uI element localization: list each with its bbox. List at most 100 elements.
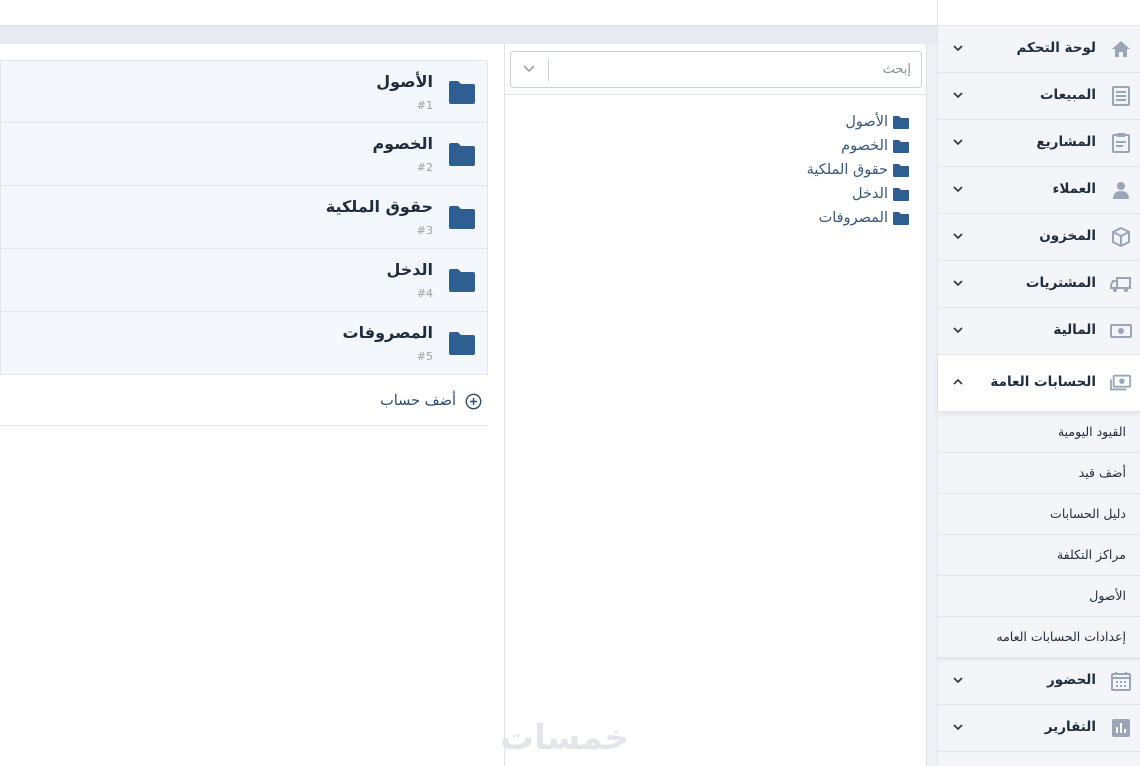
sidebar-item-inventory[interactable]: المخزون xyxy=(938,214,1140,261)
chevron-down-icon xyxy=(953,724,963,731)
submenu-item-chart-of-accounts[interactable]: دليل الحسابات xyxy=(938,494,1140,535)
account-name[interactable]: المصروفات xyxy=(343,323,433,342)
tree-node-label[interactable]: الأصول xyxy=(845,114,888,130)
chevron-down-icon xyxy=(953,186,963,193)
sidebar-item-general-accounts[interactable]: الحسابات العامة xyxy=(938,355,1140,412)
watermark: خمسات xyxy=(500,718,629,758)
bar-chart-icon xyxy=(1112,719,1130,737)
account-number: #4 xyxy=(416,287,433,300)
folder-icon xyxy=(893,187,909,201)
submenu-item-label: مراكز التكلفة xyxy=(1056,547,1126,562)
submenu-item-label: دليل الحسابات xyxy=(1050,506,1126,521)
accounts-list: الأصول #1 الخصوم #2 حقوق الملكية #3 الدخ… xyxy=(0,60,488,375)
user-icon xyxy=(1113,182,1129,199)
search-dropdown-toggle[interactable] xyxy=(511,59,549,81)
sidebar-item-purchases[interactable]: المشتريات xyxy=(938,261,1140,308)
chevron-down-icon xyxy=(523,65,535,73)
money-stack-icon xyxy=(1110,374,1132,391)
sidebar-item-label: المشاريع xyxy=(1036,134,1096,150)
account-name[interactable]: حقوق الملكية xyxy=(326,197,433,216)
account-number: #1 xyxy=(416,99,433,112)
chevron-down-icon xyxy=(953,677,963,684)
tree-node[interactable]: الخصوم xyxy=(807,134,910,158)
folder-icon xyxy=(449,143,475,166)
sidebar-item-label: المخزون xyxy=(1039,228,1096,244)
folder-icon xyxy=(449,269,475,292)
plus-circle-icon xyxy=(465,393,482,410)
sidebar-item-clients[interactable]: العملاء xyxy=(938,167,1140,214)
submenu-item-cost-centers[interactable]: مراكز التكلفة xyxy=(938,535,1140,576)
add-account-button[interactable]: أضف حساب xyxy=(0,376,488,426)
account-row[interactable]: المصروفات #5 xyxy=(0,312,488,375)
tree-node-label[interactable]: الخصوم xyxy=(841,138,888,154)
tree-list: الأصول الخصوم حقوق الملكية الدخل المصروف… xyxy=(807,110,910,230)
submenu-item-general-accounts-settings[interactable]: إعدادات الحسابات العامه xyxy=(938,617,1140,658)
sidebar-item-label: المالية xyxy=(1053,322,1096,338)
account-name[interactable]: الدخل xyxy=(386,260,433,279)
submenu-item-assets[interactable]: الأصول xyxy=(938,576,1140,617)
folder-icon xyxy=(449,81,475,104)
sidebar-item-projects[interactable]: المشاريع xyxy=(938,120,1140,167)
submenu-item-label: إعدادات الحسابات العامه xyxy=(996,629,1126,644)
submenu-item-add-entry[interactable]: أضف قيد xyxy=(938,453,1140,494)
account-row[interactable]: الدخل #4 xyxy=(0,249,488,312)
home-icon xyxy=(1112,41,1130,57)
chevron-down-icon xyxy=(953,139,963,146)
sidebar-item-label: الحسابات العامة xyxy=(990,374,1096,390)
receipt-icon xyxy=(1112,86,1130,106)
sidebar-item-label: العملاء xyxy=(1052,181,1096,197)
sidebar-item-dashboard[interactable]: لوحة التحكم xyxy=(938,26,1140,73)
divider xyxy=(505,94,926,95)
chevron-down-icon xyxy=(953,233,963,240)
submenu-item-label: الأصول xyxy=(1089,588,1126,603)
folder-icon xyxy=(893,139,909,153)
tree-node-label[interactable]: المصروفات xyxy=(819,210,888,226)
submenu-item-label: أضف قيد xyxy=(1078,465,1126,480)
sidebar: لوحة التحكم المبيعات المشاريع العملاء ال… xyxy=(937,0,1140,766)
sidebar-item-label: التقارير xyxy=(1044,719,1096,735)
chevron-up-icon xyxy=(953,378,963,385)
sidebar-item-reports[interactable]: التقارير xyxy=(938,705,1140,752)
tree-node[interactable]: المصروفات xyxy=(807,206,910,230)
tree-node-label[interactable]: الدخل xyxy=(852,186,888,202)
tree-node[interactable]: الدخل xyxy=(807,182,910,206)
search-placeholder: إبحث xyxy=(882,62,911,77)
top-bar xyxy=(0,0,937,26)
chevron-down-icon xyxy=(953,45,963,52)
account-name[interactable]: الأصول xyxy=(376,72,433,91)
sidebar-item-label: الحضور xyxy=(1047,672,1096,688)
panel-divider xyxy=(926,44,937,766)
folder-icon xyxy=(449,206,475,229)
calendar-icon xyxy=(1111,672,1131,691)
money-icon xyxy=(1110,324,1132,338)
account-row[interactable]: الخصوم #2 xyxy=(0,123,488,186)
tree-node-label[interactable]: حقوق الملكية xyxy=(807,162,888,178)
truck-icon xyxy=(1110,277,1131,292)
sidebar-item-label: المشتريات xyxy=(1025,275,1096,291)
account-name[interactable]: الخصوم xyxy=(372,134,433,153)
account-number: #2 xyxy=(416,161,433,174)
search-input[interactable]: إبحث xyxy=(510,51,922,88)
tree-node[interactable]: حقوق الملكية xyxy=(807,158,910,182)
sidebar-item-attendance[interactable]: الحضور xyxy=(938,658,1140,705)
submenu-item-label: القيود اليومية xyxy=(1057,424,1126,439)
folder-icon xyxy=(893,163,909,177)
accounts-tree-panel: إبحث الأصول الخصوم حقوق الملكية الدخل ال… xyxy=(504,44,926,766)
clipboard-icon xyxy=(1112,133,1130,153)
chevron-down-icon xyxy=(953,92,963,99)
box-icon xyxy=(1112,227,1130,247)
sidebar-item-finance[interactable]: المالية xyxy=(938,308,1140,355)
sidebar-item-sales[interactable]: المبيعات xyxy=(938,73,1140,120)
folder-icon xyxy=(893,115,909,129)
folder-icon xyxy=(449,332,475,355)
folder-icon xyxy=(893,211,909,225)
tree-node[interactable]: الأصول xyxy=(807,110,910,134)
sidebar-submenu: القيود اليومية أضف قيد دليل الحسابات مرا… xyxy=(938,412,1140,658)
sidebar-item-label: لوحة التحكم xyxy=(1016,40,1096,56)
add-account-label: أضف حساب xyxy=(380,393,456,409)
sidebar-header xyxy=(938,0,1140,26)
account-row[interactable]: الأصول #1 xyxy=(0,60,488,123)
submenu-item-journal-entries[interactable]: القيود اليومية xyxy=(938,412,1140,453)
account-row[interactable]: حقوق الملكية #3 xyxy=(0,186,488,249)
account-number: #3 xyxy=(416,224,433,237)
